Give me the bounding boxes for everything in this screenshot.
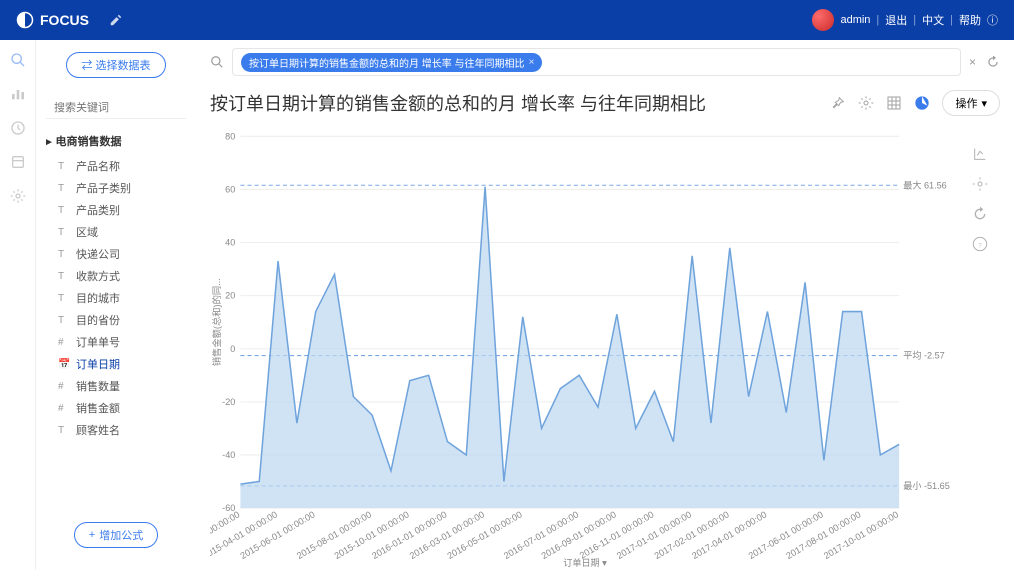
- tree-root[interactable]: ▸ 电商销售数据: [46, 133, 186, 149]
- chart-side-tools: ?: [960, 126, 1000, 570]
- svg-text:80: 80: [225, 131, 235, 141]
- nav-rail: [0, 40, 36, 570]
- tree-item[interactable]: #销售数量: [46, 375, 186, 397]
- add-formula-button[interactable]: + 增加公式: [74, 522, 158, 548]
- clear-icon[interactable]: ×: [969, 55, 976, 69]
- tree-item[interactable]: T产品子类别: [46, 177, 186, 199]
- svg-text:平均 -2.57: 平均 -2.57: [903, 350, 944, 361]
- svg-text:60: 60: [225, 184, 235, 194]
- tree-item[interactable]: T顾客姓名: [46, 419, 186, 441]
- pie-icon[interactable]: [914, 95, 930, 111]
- data-icon[interactable]: [10, 154, 26, 170]
- tree-item[interactable]: T快递公司: [46, 243, 186, 265]
- clock-icon[interactable]: [10, 120, 26, 136]
- chip-remove-icon[interactable]: ×: [529, 57, 535, 68]
- brand-logo[interactable]: FOCUS: [16, 11, 89, 29]
- page-title: 按订单日期计算的销售金额的总和的月 增长率 与往年同期相比: [210, 90, 830, 116]
- query-bar: 按订单日期计算的销售金额的总和的月 增长率 与往年同期相比 × ×: [210, 40, 1000, 84]
- svg-text:-40: -40: [222, 450, 235, 460]
- axis-icon[interactable]: [972, 146, 988, 162]
- help-icon[interactable]: ⓘ: [987, 12, 998, 28]
- sidebar-search[interactable]: [46, 98, 186, 119]
- select-data-button[interactable]: ⇄ 选择数据表: [66, 52, 165, 78]
- svg-text:0: 0: [230, 344, 235, 354]
- svg-text:40: 40: [225, 238, 235, 248]
- content-area: 按订单日期计算的销售金额的总和的月 增长率 与往年同期相比 × × 按订单日期计…: [196, 40, 1014, 570]
- query-input[interactable]: 按订单日期计算的销售金额的总和的月 增长率 与往年同期相比 ×: [232, 48, 961, 76]
- pin-icon[interactable]: [830, 95, 846, 111]
- refresh-icon[interactable]: [986, 55, 1000, 69]
- svg-text:-20: -20: [222, 397, 235, 407]
- logout-link[interactable]: 退出: [885, 12, 907, 28]
- svg-text:销售金额(总和)的同...: 销售金额(总和)的同...: [211, 278, 222, 366]
- help-icon[interactable]: ?: [972, 236, 988, 252]
- tree-item[interactable]: T产品名称: [46, 155, 186, 177]
- gear-icon[interactable]: [858, 95, 874, 111]
- sidebar: ⇄ 选择数据表 ▸ 电商销售数据 T产品名称T产品子类别T产品类别T区域T快递公…: [36, 40, 196, 570]
- help-link[interactable]: 帮助: [959, 12, 981, 28]
- sidebar-search-input[interactable]: [54, 102, 196, 114]
- chart[interactable]: -60-40-20020406080最大 61.56平均 -2.57最小 -51…: [210, 126, 960, 570]
- gear-icon[interactable]: [10, 188, 26, 204]
- svg-text:?: ?: [978, 243, 982, 249]
- header-user-area: admin | 退出 | 中文 | 帮助 ⓘ: [812, 9, 998, 31]
- svg-text:20: 20: [225, 291, 235, 301]
- search-icon[interactable]: [210, 55, 224, 69]
- search-icon[interactable]: [10, 52, 26, 68]
- lang-link[interactable]: 中文: [922, 12, 944, 28]
- field-tree: ▸ 电商销售数据 T产品名称T产品子类别T产品类别T区域T快递公司T收款方式T目…: [46, 133, 186, 522]
- tree-item[interactable]: T产品类别: [46, 199, 186, 221]
- table-icon[interactable]: [886, 95, 902, 111]
- tree-item[interactable]: 📅订单日期: [46, 353, 186, 375]
- tree-item[interactable]: #销售金额: [46, 397, 186, 419]
- username[interactable]: admin: [840, 14, 870, 26]
- app-header: FOCUS admin | 退出 | 中文 | 帮助 ⓘ: [0, 0, 1014, 40]
- svg-text:最大 61.56: 最大 61.56: [903, 179, 947, 190]
- svg-text:订单日期 ▾: 订单日期 ▾: [563, 557, 607, 568]
- refresh-icon[interactable]: [972, 206, 988, 222]
- chart-icon[interactable]: [10, 86, 26, 102]
- avatar[interactable]: [812, 9, 834, 31]
- edit-icon[interactable]: [109, 13, 123, 27]
- tree-item[interactable]: #订单单号: [46, 331, 186, 353]
- tree-item[interactable]: T目的省份: [46, 309, 186, 331]
- gear-icon[interactable]: [972, 176, 988, 192]
- brand-text: FOCUS: [40, 12, 89, 28]
- tree-item[interactable]: T收款方式: [46, 265, 186, 287]
- query-chip[interactable]: 按订单日期计算的销售金额的总和的月 增长率 与往年同期相比 ×: [241, 53, 542, 72]
- tree-item[interactable]: T区域: [46, 221, 186, 243]
- tree-item[interactable]: T目的城市: [46, 287, 186, 309]
- svg-text:最小 -51.65: 最小 -51.65: [903, 481, 950, 491]
- chart-toolbar: 操作 ▾: [830, 90, 1000, 116]
- operations-button[interactable]: 操作 ▾: [942, 90, 1000, 116]
